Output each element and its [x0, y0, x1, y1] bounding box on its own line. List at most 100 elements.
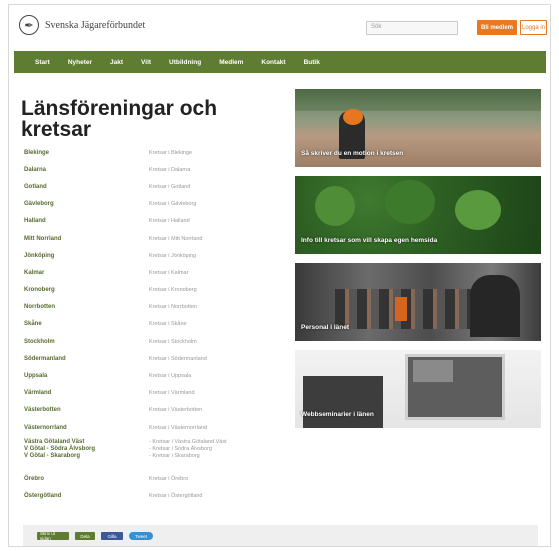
county-name[interactable]: Örebro	[24, 476, 149, 482]
circuits-link[interactable]: - Kretsar i Skaraborg	[149, 453, 227, 460]
logo-text: Svenska Jägareförbundet	[45, 19, 146, 31]
webinar-card[interactable]: Webbseminarier i länen	[295, 350, 541, 428]
tweet-button[interactable]: Tweet	[129, 532, 153, 540]
become-member-button[interactable]: Bli medlem	[477, 20, 517, 35]
nav-item-kontakt[interactable]: Kontakt	[252, 59, 294, 66]
list-item: Norrbotten Kretsar i Norrbotten	[24, 299, 284, 316]
page-frame: ✒ Svenska Jägareförbundet Sök Bli medlem…	[8, 4, 551, 547]
circuits-link[interactable]: Kretsar i Örebro	[149, 476, 188, 482]
list-item: Stockholm Kretsar i Stockholm	[24, 333, 284, 350]
county-name[interactable]: Gävleborg	[24, 201, 149, 207]
circuits-link[interactable]: Kretsar i Norrbotten	[149, 304, 197, 310]
county-name[interactable]: Stockholm	[24, 339, 149, 345]
motion-guide-card[interactable]: Så skriver du en motion i kretsen	[295, 89, 541, 167]
county-name[interactable]: Kalmar	[24, 270, 149, 276]
list-item: Östergötland Kretsar i Östergötland	[24, 487, 284, 504]
circuits-link[interactable]: Kretsar i Stockholm	[149, 339, 197, 345]
circuits-link[interactable]: Kretsar i Södermanland	[149, 356, 207, 362]
county-name[interactable]: Västernorrland	[24, 425, 149, 431]
county-name[interactable]: Västerbotten	[24, 407, 149, 413]
county-name[interactable]: Värmland	[24, 390, 149, 396]
card-caption: Webbseminarier i länen	[301, 411, 374, 418]
county-names: Västra Götaland Väst V Götal - Södra Älv…	[24, 439, 149, 460]
county-name[interactable]: Uppsala	[24, 373, 149, 379]
county-name[interactable]: V Götal - Skaraborg	[24, 453, 80, 459]
county-name[interactable]: Gotland	[24, 184, 149, 190]
county-name[interactable]: Västra Götaland Väst	[24, 439, 84, 445]
circuits-link[interactable]: Kretsar i Kronoberg	[149, 287, 197, 293]
forest-backdrop	[295, 89, 541, 111]
circuits-links: - Kretsar i Västra Götaland Väst - Krets…	[149, 439, 227, 460]
county-name[interactable]: Halland	[24, 218, 149, 224]
login-button[interactable]: Logga in	[520, 20, 547, 35]
main-navigation: Start Nyheter Jakt Vilt Utbildning Medle…	[14, 51, 546, 73]
circuits-link[interactable]: Kretsar i Gävleborg	[149, 201, 196, 207]
county-name[interactable]: Skåne	[24, 321, 149, 327]
website-info-card[interactable]: Info till kretsar som vill skapa egen he…	[295, 176, 541, 254]
monitor-left	[303, 376, 383, 428]
card-caption: Personal i länet	[301, 324, 350, 331]
tree-cluster	[385, 180, 435, 224]
nav-item-medlem[interactable]: Medlem	[210, 59, 252, 66]
circuits-link[interactable]: Kretsar i Uppsala	[149, 373, 191, 379]
list-item: Kronoberg Kretsar i Kronoberg	[24, 282, 284, 299]
county-name[interactable]: Södermanland	[24, 356, 149, 362]
circuits-link[interactable]: Kretsar i Halland	[149, 218, 190, 224]
circuits-link[interactable]: Kretsar i Jönköping	[149, 253, 196, 259]
share-button[interactable]: Dela	[75, 532, 95, 540]
list-item: Gotland Kretsar i Gotland	[24, 178, 284, 195]
screen-content	[413, 360, 453, 382]
facebook-like-button[interactable]: Gilla	[101, 532, 123, 540]
circuits-link[interactable]: Kretsar i Skåne	[149, 321, 187, 327]
nav-item-utbildning[interactable]: Utbildning	[160, 59, 210, 66]
list-item: Västerbotten Kretsar i Västerbotten	[24, 402, 284, 419]
person-foreground	[470, 275, 520, 337]
circuits-link[interactable]: Kretsar i Västerbotten	[149, 407, 202, 413]
top-header: ✒ Svenska Jägareförbundet Sök Bli medlem…	[9, 5, 550, 51]
circuits-link[interactable]: Kretsar i Östergötland	[149, 493, 203, 499]
list-item: Västernorrland Kretsar i Västernorrland	[24, 419, 284, 436]
nav-item-nyheter[interactable]: Nyheter	[59, 59, 101, 66]
list-item: Blekinge Kretsar i Blekinge	[24, 144, 284, 161]
tree-cluster	[455, 190, 501, 230]
list-item: Mitt Norrland Kretsar i Mitt Norrland	[24, 230, 284, 247]
circuits-link[interactable]: Kretsar i Gotland	[149, 184, 190, 190]
list-item: Skåne Kretsar i Skåne	[24, 316, 284, 333]
list-item: Örebro Kretsar i Örebro	[24, 470, 284, 487]
list-item: Halland Kretsar i Halland	[24, 213, 284, 230]
nav-item-butik[interactable]: Butik	[295, 59, 329, 66]
county-name[interactable]: Blekinge	[24, 150, 149, 156]
list-item: Södermanland Kretsar i Södermanland	[24, 350, 284, 367]
page-actions-bar: Skriv ut sidan Dela Gilla Tweet	[23, 525, 538, 546]
orange-jacket	[395, 297, 407, 321]
site-logo[interactable]: ✒ Svenska Jägareförbundet	[19, 15, 145, 35]
nav-item-jakt[interactable]: Jakt	[101, 59, 132, 66]
nav-item-start[interactable]: Start	[26, 59, 59, 66]
circuits-link[interactable]: - Kretsar i Södra Älvsborg	[149, 446, 227, 453]
circuits-link[interactable]: Kretsar i Värmland	[149, 390, 195, 396]
list-item: Jönköping Kretsar i Jönköping	[24, 247, 284, 264]
nav-item-vilt[interactable]: Vilt	[132, 59, 160, 66]
county-name[interactable]: Kronoberg	[24, 287, 149, 293]
circuits-link[interactable]: Kretsar i Blekinge	[149, 150, 192, 156]
list-item: Uppsala Kretsar i Uppsala	[24, 367, 284, 384]
search-input[interactable]: Sök	[366, 21, 458, 35]
circuits-link[interactable]: Kretsar i Mitt Norrland	[149, 236, 203, 242]
county-list: Blekinge Kretsar i Blekinge Dalarna Kretsa…	[24, 144, 284, 505]
county-staff-card[interactable]: Personal i länet	[295, 263, 541, 341]
card-caption: Så skriver du en motion i kretsen	[301, 150, 404, 157]
list-item: Gävleborg Kretsar i Gävleborg	[24, 196, 284, 213]
circuits-link[interactable]: Kretsar i Dalarna	[149, 167, 190, 173]
circuits-link[interactable]: Kretsar i Västernorrland	[149, 425, 207, 431]
staff-group	[335, 289, 485, 329]
county-name[interactable]: Mitt Norrland	[24, 236, 149, 242]
county-name[interactable]: Östergötland	[24, 493, 149, 499]
print-page-button[interactable]: Skriv ut sidan	[37, 531, 69, 541]
county-name[interactable]: V Götal - Södra Älvsborg	[24, 446, 95, 452]
bird-logo-icon: ✒	[19, 15, 39, 35]
county-name[interactable]: Dalarna	[24, 167, 149, 173]
list-item: Dalarna Kretsar i Dalarna	[24, 161, 284, 178]
circuits-link[interactable]: Kretsar i Kalmar	[149, 270, 188, 276]
county-name[interactable]: Norrbotten	[24, 304, 149, 310]
county-name[interactable]: Jönköping	[24, 253, 149, 259]
